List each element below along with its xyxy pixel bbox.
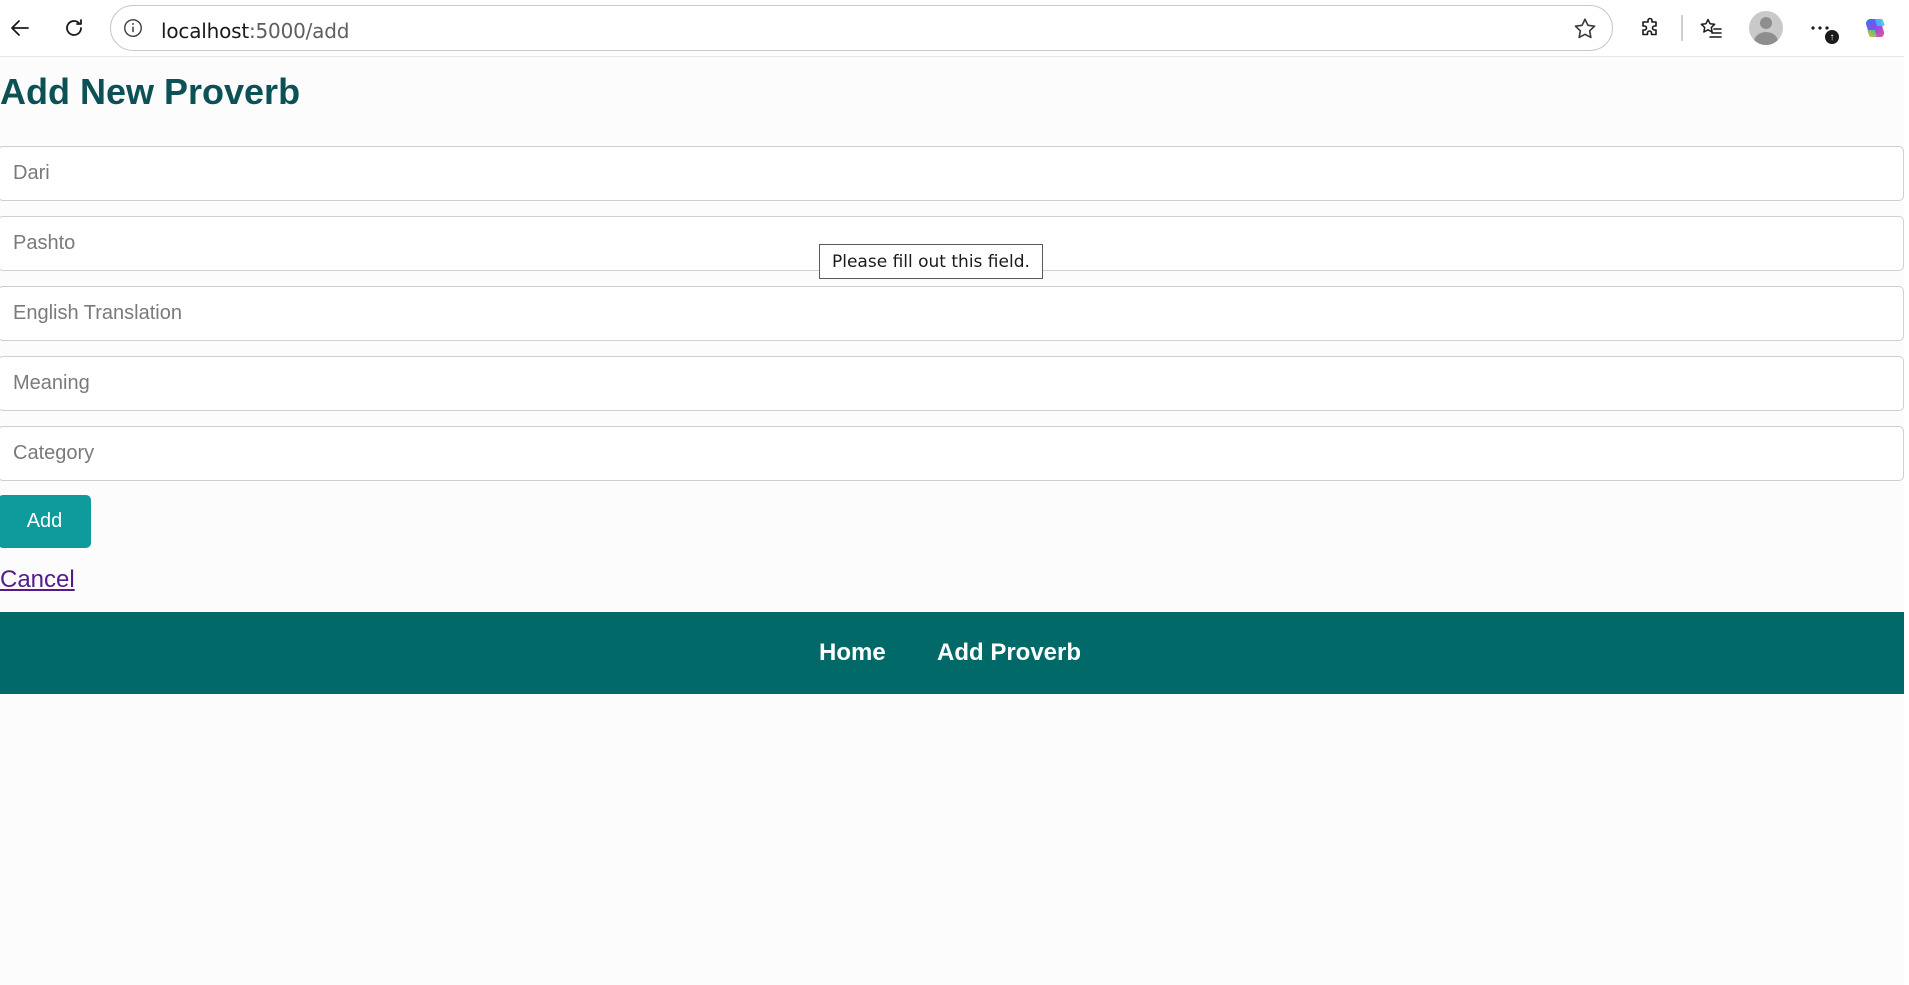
profile-avatar-icon[interactable] <box>1749 11 1783 45</box>
star-icon[interactable] <box>1572 16 1598 42</box>
back-button[interactable] <box>4 12 36 44</box>
window-edge <box>1904 56 1909 985</box>
reload-button[interactable] <box>58 12 90 44</box>
info-icon <box>124 19 142 37</box>
favorites-list-icon <box>1700 18 1722 38</box>
english-translation-input[interactable] <box>0 286 1904 341</box>
validation-tooltip: Please fill out this field. <box>819 244 1043 279</box>
url-text: localhost:5000/add <box>161 19 349 43</box>
add-button[interactable]: Add <box>0 495 91 548</box>
page-title: Add New Proverb <box>0 71 301 112</box>
url-host: localhost <box>161 19 249 43</box>
favorites-button[interactable] <box>1695 12 1727 44</box>
page-viewport: Add New Proverb Add Cancel Home Add Prov… <box>0 56 1904 985</box>
back-arrow-icon <box>11 20 29 36</box>
reload-icon <box>66 19 82 36</box>
cancel-link[interactable]: Cancel <box>0 566 75 594</box>
url-path: :5000/add <box>248 19 350 43</box>
footer-link-add-proverb[interactable]: Add Proverb <box>937 639 1081 667</box>
toolbar-separator <box>1681 15 1683 41</box>
copilot-icon <box>1865 19 1885 37</box>
footer-nav: Home Add Proverb <box>0 612 1904 694</box>
browser-toolbar: localhost:5000/add ↑ <box>0 0 1909 56</box>
site-info-button[interactable] <box>121 16 145 40</box>
category-input[interactable] <box>0 426 1904 481</box>
address-bar[interactable]: localhost:5000/add <box>110 5 1613 51</box>
extensions-button[interactable] <box>1635 12 1667 44</box>
puzzle-icon <box>1642 17 1657 36</box>
copilot-button[interactable] <box>1859 12 1891 44</box>
update-badge: ↑ <box>1824 29 1840 45</box>
meaning-input[interactable] <box>0 356 1904 411</box>
footer-link-home[interactable]: Home <box>819 639 886 667</box>
dari-input[interactable] <box>0 146 1904 201</box>
